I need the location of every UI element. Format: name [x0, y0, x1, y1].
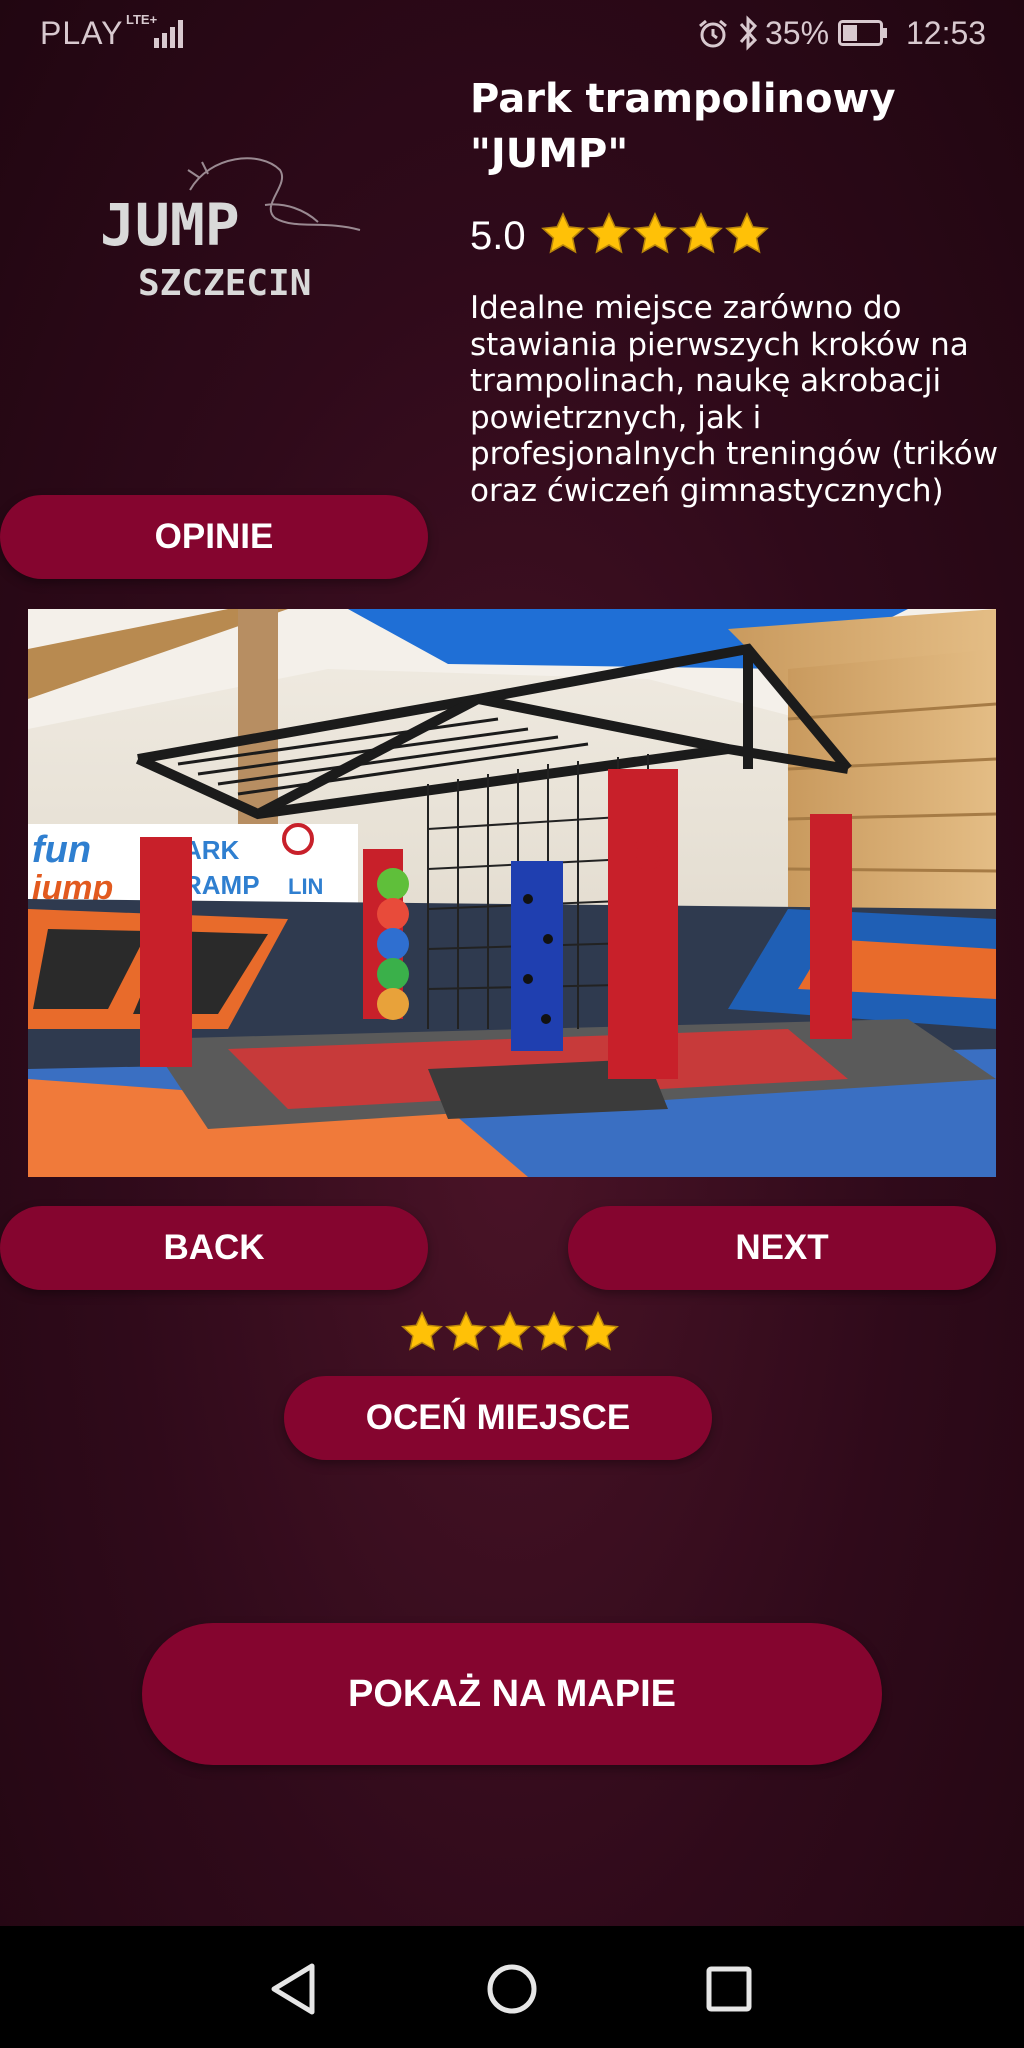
- rate-place-button[interactable]: OCEŃ MIEJSCE: [284, 1376, 712, 1460]
- logo-text-szczecin: SZCZECIN: [138, 263, 311, 304]
- jump-szczecin-logo: JUMP SZCZECIN: [100, 157, 361, 304]
- show-on-map-button[interactable]: POKAŻ NA MAPIE: [142, 1623, 882, 1765]
- rate-star-icon[interactable]: [444, 1310, 488, 1354]
- home-circle-icon[interactable]: [477, 1954, 547, 2024]
- bluetooth-icon: [739, 15, 758, 51]
- place-title: Park trampolinowy "JUMP": [470, 76, 896, 177]
- carrier-name: PLAY: [40, 15, 124, 51]
- rate-place-stars[interactable]: [400, 1310, 620, 1354]
- rate-star-icon[interactable]: [576, 1310, 620, 1354]
- star-icon: [724, 212, 769, 254]
- rating-value: 5.0: [470, 213, 526, 258]
- rating-stars: [540, 211, 770, 261]
- star-icon: [586, 212, 631, 254]
- status-bar: PLAY LTE+ 35% 12:53: [0, 0, 1024, 70]
- recents-square-icon[interactable]: [694, 1954, 764, 2024]
- back-button[interactable]: BACK: [0, 1206, 428, 1290]
- photo-sign-ramp: RAMP: [183, 870, 260, 900]
- android-nav-bar: [0, 1926, 1024, 2048]
- star-icon: [540, 212, 585, 254]
- photo-sign-fun: fun: [32, 829, 91, 871]
- clock: 12:53: [906, 15, 987, 51]
- place-description: Idealne miejsce zarówno do stawiania pie…: [470, 290, 999, 509]
- star-icon: [678, 212, 723, 254]
- opinie-button[interactable]: OPINIE: [0, 495, 428, 579]
- alarm-icon: [699, 19, 727, 48]
- photo-sign-lin: LIN: [288, 874, 323, 899]
- star-icon: [632, 212, 677, 254]
- battery-icon: [838, 20, 887, 46]
- rating-row: 5.0: [470, 208, 770, 264]
- back-triangle-icon[interactable]: [260, 1954, 330, 2024]
- next-button[interactable]: NEXT: [568, 1206, 996, 1290]
- rate-star-icon[interactable]: [488, 1310, 532, 1354]
- rate-star-icon[interactable]: [532, 1310, 576, 1354]
- trampoline-park-photo: fun jump ARK RAMP LIN: [28, 609, 996, 1177]
- rate-star-icon[interactable]: [400, 1310, 444, 1354]
- battery-percentage: 35%: [765, 15, 830, 51]
- signal-icon: [154, 20, 183, 48]
- logo-text-jump: JUMP: [100, 191, 240, 259]
